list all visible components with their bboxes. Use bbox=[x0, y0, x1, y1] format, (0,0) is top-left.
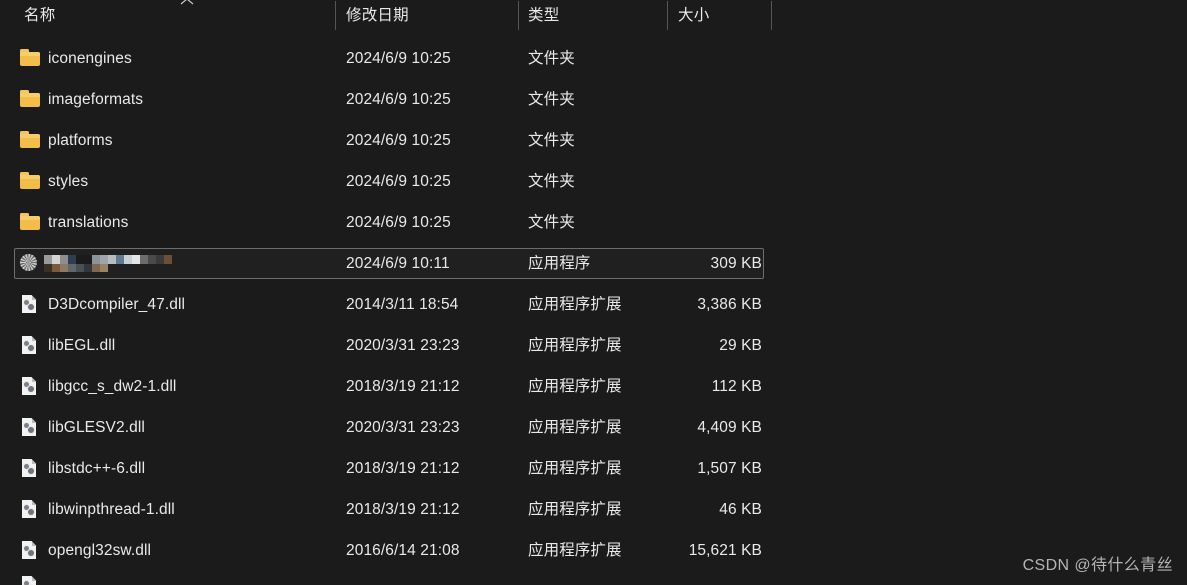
cell-date: 2018/3/19 21:12 bbox=[346, 378, 460, 395]
dll-file-icon bbox=[20, 500, 41, 519]
cell-size: 112 KB bbox=[711, 378, 762, 395]
table-row[interactable]: libGLESV2.dll 2020/3/31 23:23 应用程序扩展 4,409 … bbox=[0, 407, 1187, 448]
cell-date: 2020/3/31 23:23 bbox=[346, 337, 460, 354]
cell-name: libwinpthread-1.dll bbox=[48, 501, 175, 518]
column-header-date[interactable]: 修改日期 bbox=[346, 0, 506, 31]
table-row[interactable]: iconengines 2024/6/9 10:25 文件夹 bbox=[0, 38, 1187, 79]
table-row[interactable]: libwinpthread-1.dll 2018/3/19 21:12 应用程序扩展… bbox=[0, 489, 1187, 530]
dll-file-icon bbox=[20, 418, 41, 437]
cell-date: 2024/6/9 10:25 bbox=[346, 173, 451, 190]
csdn-watermark: CSDN @待什么青丝 bbox=[1022, 557, 1173, 574]
column-header-size[interactable]: 大小 bbox=[678, 0, 758, 31]
cell-date: 2014/3/11 18:54 bbox=[346, 296, 459, 313]
column-separator-3[interactable] bbox=[667, 1, 668, 30]
cell-name: styles bbox=[48, 173, 89, 190]
cell-name: platforms bbox=[48, 132, 113, 149]
column-separator-2[interactable] bbox=[518, 1, 519, 30]
cell-size: 46 KB bbox=[719, 501, 762, 518]
cell-size: 4,409 KB bbox=[697, 419, 762, 436]
cell-date: 2024/6/9 10:11 bbox=[346, 255, 450, 272]
column-header-row: 名称 修改日期 类型 大小 bbox=[0, 0, 1187, 31]
table-row[interactable]: libEGL.dll 2020/3/31 23:23 应用程序扩展 29 KB bbox=[0, 325, 1187, 366]
cell-name: imageformats bbox=[48, 91, 144, 108]
application-icon bbox=[20, 253, 42, 273]
cell-name: translations bbox=[48, 214, 129, 231]
folder-icon bbox=[20, 49, 41, 68]
folder-icon bbox=[20, 90, 41, 109]
cell-size bbox=[612, 161, 762, 202]
column-header-type[interactable]: 类型 bbox=[528, 0, 658, 31]
cell-date: 2018/3/19 21:12 bbox=[346, 501, 460, 518]
folder-icon bbox=[20, 131, 41, 150]
cell-date: 2016/6/14 21:08 bbox=[346, 542, 460, 559]
table-row[interactable]: opengl32sw.dll 2016/6/14 21:08 应用程序扩展 15,62… bbox=[0, 530, 1187, 571]
cell-date: 2018/3/19 21:12 bbox=[346, 460, 460, 477]
cell-name: D3Dcompiler_47.dll bbox=[48, 296, 186, 313]
cell-date: 2020/3/31 23:23 bbox=[346, 419, 460, 436]
cell-name: iconengines bbox=[48, 50, 132, 67]
table-row[interactable]: translations 2024/6/9 10:25 文件夹 bbox=[0, 202, 1187, 243]
cell-size bbox=[612, 120, 762, 161]
cell-name: libstdc++-6.dll bbox=[48, 460, 146, 477]
table-row[interactable]: platforms 2024/6/9 10:25 文件夹 bbox=[0, 120, 1187, 161]
folder-icon bbox=[20, 213, 41, 232]
cell-date: 2024/6/9 10:25 bbox=[346, 214, 451, 231]
folder-icon bbox=[20, 172, 41, 191]
dll-file-icon bbox=[20, 576, 41, 585]
partial-row-below-fold[interactable] bbox=[0, 573, 1187, 585]
cell-size bbox=[612, 79, 762, 120]
table-row[interactable]: 2024/6/9 10:11 应用程序 309 KB bbox=[0, 243, 1187, 284]
cell-size: 15,621 KB bbox=[688, 542, 762, 559]
file-list: iconengines 2024/6/9 10:25 文件夹 imageformats… bbox=[0, 31, 1187, 585]
column-separator-4[interactable] bbox=[771, 1, 772, 30]
cell-name: libgcc_s_dw2-1.dll bbox=[48, 378, 177, 395]
dll-file-icon bbox=[20, 459, 41, 478]
cell-date: 2024/6/9 10:25 bbox=[346, 50, 451, 67]
cell-size: 3,386 KB bbox=[697, 296, 762, 313]
dll-file-icon bbox=[20, 295, 41, 314]
table-row[interactable]: styles 2024/6/9 10:25 文件夹 bbox=[0, 161, 1187, 202]
file-explorer-list-view: 名称 修改日期 类型 大小 iconengines 2024/6/9 10:25 文… bbox=[0, 0, 1187, 585]
cell-name: opengl32sw.dll bbox=[48, 542, 152, 559]
cell-date: 2024/6/9 10:25 bbox=[346, 91, 451, 108]
cell-size: 29 KB bbox=[719, 337, 762, 354]
cell-name: libEGL.dll bbox=[48, 337, 116, 354]
cell-name: libGLESV2.dll bbox=[48, 419, 145, 436]
cell-size bbox=[612, 202, 762, 243]
table-row[interactable]: libgcc_s_dw2-1.dll 2018/3/19 21:12 应用程序扩展 1… bbox=[0, 366, 1187, 407]
censored-filename bbox=[44, 255, 172, 272]
cell-size bbox=[612, 38, 762, 79]
dll-file-icon bbox=[20, 377, 41, 396]
sort-ascending-icon bbox=[178, 0, 196, 8]
table-row[interactable]: libstdc++-6.dll 2018/3/19 21:12 应用程序扩展 1,50… bbox=[0, 448, 1187, 489]
column-header-name[interactable]: 名称 bbox=[24, 0, 174, 31]
table-row[interactable]: imageformats 2024/6/9 10:25 文件夹 bbox=[0, 79, 1187, 120]
table-row[interactable]: D3Dcompiler_47.dll 2014/3/11 18:54 应用程序扩展 3… bbox=[0, 284, 1187, 325]
dll-file-icon bbox=[20, 336, 41, 355]
cell-size: 1,507 KB bbox=[697, 460, 762, 477]
dll-file-icon bbox=[20, 541, 41, 560]
column-separator-1[interactable] bbox=[335, 1, 336, 30]
chevron-up-icon bbox=[180, 0, 194, 5]
cell-size: 309 KB bbox=[710, 255, 762, 272]
cell-date: 2024/6/9 10:25 bbox=[346, 132, 451, 149]
